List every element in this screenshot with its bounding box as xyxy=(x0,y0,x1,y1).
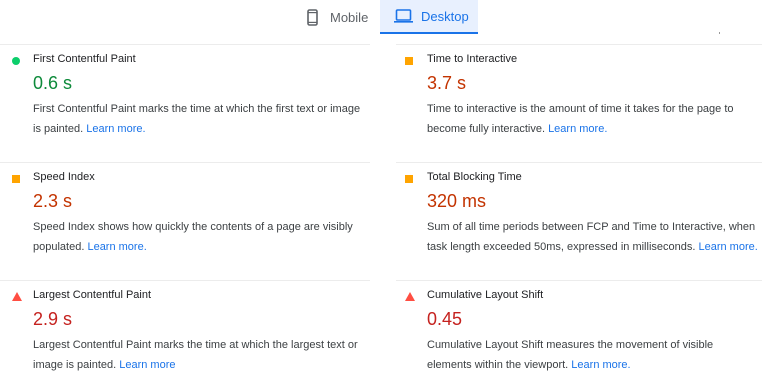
average-square-icon xyxy=(405,57,413,65)
metric-title: Speed Index xyxy=(33,171,95,183)
metric-title: Time to Interactive xyxy=(427,53,518,65)
fail-triangle-icon xyxy=(12,292,22,301)
metric-description: First Contentful Paint marks the time at… xyxy=(33,99,365,139)
metric-title: Cumulative Layout Shift xyxy=(427,289,544,301)
tab-desktop-label: Desktop xyxy=(421,8,469,24)
fail-triangle-icon xyxy=(405,292,415,301)
metric-description: Cumulative Layout Shift measures the mov… xyxy=(427,335,759,375)
metric-speed-index: Speed Index 2.3 s Speed Index shows how … xyxy=(0,162,370,280)
tab-mobile[interactable]: Mobile xyxy=(297,0,380,34)
learn-more-link[interactable]: Learn more. xyxy=(87,241,146,253)
divider-mark xyxy=(719,32,720,34)
metric-title: Total Blocking Time xyxy=(427,171,522,183)
metric-largest-contentful-paint: Largest Contentful Paint 2.9 s Largest C… xyxy=(0,280,370,383)
metric-value: 3.7 s xyxy=(427,73,467,93)
metric-title: First Contentful Paint xyxy=(33,53,136,65)
metric-value: 2.3 s xyxy=(33,191,73,211)
metric-description: Speed Index shows how quickly the conten… xyxy=(33,217,365,257)
learn-more-link[interactable]: Learn more xyxy=(119,359,175,371)
learn-more-link[interactable]: Learn more. xyxy=(571,359,630,371)
metric-description: Time to interactive is the amount of tim… xyxy=(427,99,759,139)
metric-value: 320 ms xyxy=(427,191,487,211)
metric-value: 0.6 s xyxy=(33,73,73,93)
learn-more-link[interactable]: Learn more. xyxy=(548,123,607,135)
metric-title: Largest Contentful Paint xyxy=(33,289,152,301)
tab-mobile-label: Mobile xyxy=(330,9,369,25)
metric-description: Largest Contentful Paint marks the time … xyxy=(33,335,365,375)
metric-description-text: Speed Index shows how quickly the conten… xyxy=(33,221,353,253)
learn-more-link[interactable]: Learn more. xyxy=(698,241,757,253)
metric-description: Sum of all time periods between FCP and … xyxy=(427,217,759,257)
metric-value: 2.9 s xyxy=(33,309,73,329)
learn-more-link[interactable]: Learn more. xyxy=(86,123,145,135)
tab-desktop[interactable]: Desktop xyxy=(380,0,478,34)
metric-description-text: First Contentful Paint marks the time at… xyxy=(33,103,361,135)
metric-time-to-interactive: Time to Interactive 3.7 s Time to intera… xyxy=(396,44,762,162)
pass-circle-icon xyxy=(12,57,20,65)
mobile-phone-icon xyxy=(307,8,318,26)
metric-description-text: Largest Contentful Paint marks the time … xyxy=(33,339,358,371)
metric-value: 0.45 xyxy=(427,309,463,329)
average-square-icon xyxy=(405,175,413,183)
desktop-laptop-icon xyxy=(394,9,413,23)
metric-cumulative-layout-shift: Cumulative Layout Shift 0.45 Cumulative … xyxy=(396,280,762,383)
pagespeed-metrics-panel: Mobile Desktop First Contentful Paint 0.… xyxy=(0,0,762,383)
average-square-icon xyxy=(12,175,20,183)
device-tab-bar: Mobile Desktop xyxy=(0,0,762,34)
metric-first-contentful-paint: First Contentful Paint 0.6 s First Conte… xyxy=(0,44,370,162)
metric-total-blocking-time: Total Blocking Time 320 ms Sum of all ti… xyxy=(396,162,762,280)
